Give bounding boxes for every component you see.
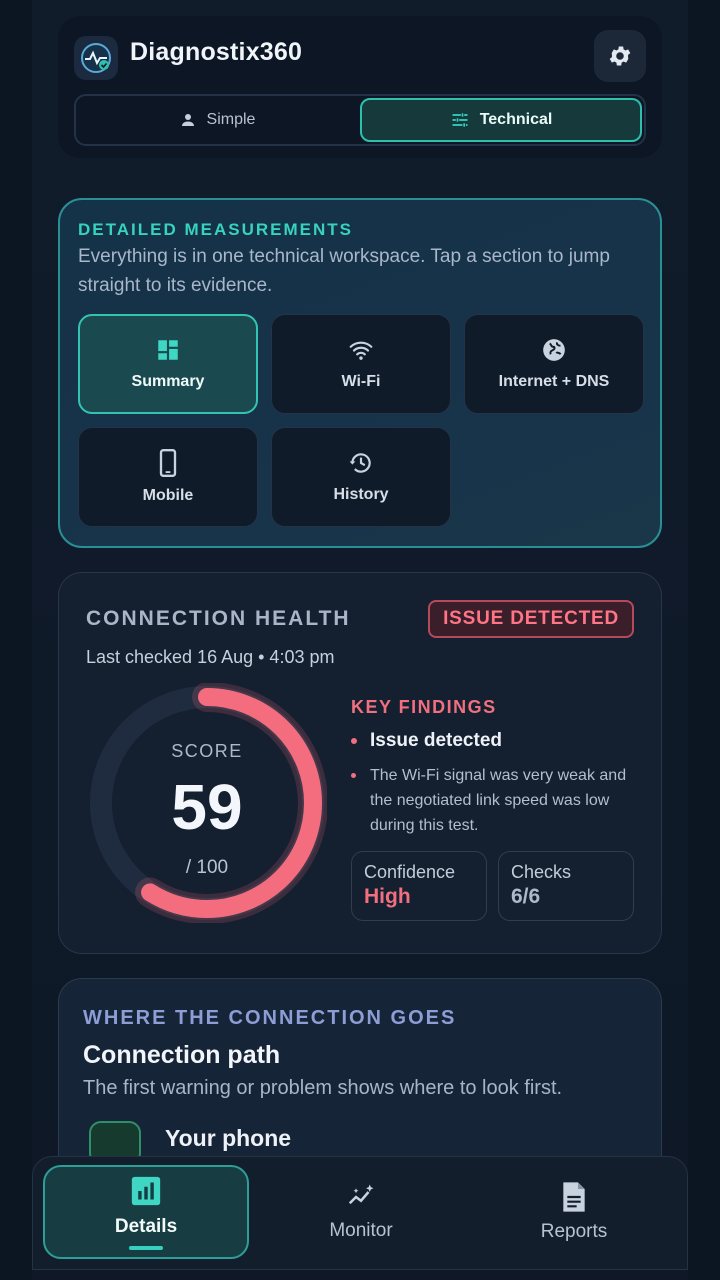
confidence-value: High xyxy=(364,885,411,908)
app-title: Diagnostix360 xyxy=(130,38,303,66)
tile-label: Internet + DNS xyxy=(498,373,610,390)
bullet-icon xyxy=(351,773,356,778)
active-indicator xyxy=(129,1246,163,1250)
tile-label: Mobile xyxy=(142,487,194,504)
nav-monitor-label: Monitor xyxy=(329,1220,393,1241)
sliders-icon xyxy=(452,113,468,127)
mode-toggle: Simple Technical xyxy=(74,94,646,146)
finding-main-text: Issue detected xyxy=(370,730,502,751)
score-label: SCORE xyxy=(171,741,243,761)
app-logo-icon xyxy=(74,36,118,80)
score-value: 59 xyxy=(171,771,243,843)
path-kicker: WHERE THE CONNECTION GOES xyxy=(83,1007,457,1029)
last-checked: Last checked 16 Aug • 4:03 pm xyxy=(86,647,335,667)
path-description: The first warning or problem shows where… xyxy=(83,1077,563,1099)
nav-monitor[interactable]: Monitor xyxy=(258,1165,464,1259)
nav-details-label: Details xyxy=(114,1216,178,1237)
connection-health-card: CONNECTION HEALTH ISSUE DETECTED Last ch… xyxy=(58,572,662,954)
gear-icon xyxy=(609,46,631,66)
tile-history[interactable]: History xyxy=(271,427,451,527)
tile-label: Wi-Fi xyxy=(341,373,381,390)
trend-sparkle-icon xyxy=(348,1184,374,1205)
checks-stat: Checks 6/6 xyxy=(498,851,634,921)
detailed-measurements-card: DETAILED MEASUREMENTS Everything is in o… xyxy=(58,198,662,548)
tile-label: History xyxy=(333,486,389,503)
measurements-kicker: DETAILED MEASUREMENTS xyxy=(78,220,353,239)
mode-technical-label: Technical xyxy=(479,111,553,128)
phone-icon xyxy=(159,449,177,477)
tile-summary[interactable]: Summary xyxy=(78,314,258,414)
globe-icon xyxy=(543,339,565,361)
nav-reports-label: Reports xyxy=(540,1221,608,1242)
wifi-icon xyxy=(349,341,373,360)
key-findings-title: KEY FINDINGS xyxy=(351,697,497,717)
bar-chart-icon xyxy=(131,1176,161,1206)
checks-value: 6/6 xyxy=(511,885,541,908)
history-icon xyxy=(349,453,371,473)
nav-details[interactable]: Details xyxy=(43,1165,249,1259)
mode-technical-button[interactable]: Technical xyxy=(360,98,642,142)
bullet-icon xyxy=(351,738,357,744)
status-badge: ISSUE DETECTED xyxy=(428,600,634,638)
header: Diagnostix360 Simple Technical xyxy=(58,16,662,158)
confidence-label: Confidence xyxy=(364,862,456,882)
health-title: CONNECTION HEALTH xyxy=(86,607,351,630)
app-screen: Diagnostix360 Simple Technical DETAILED … xyxy=(32,0,688,1280)
checks-label: Checks xyxy=(511,862,572,882)
score-max: / 100 xyxy=(185,857,229,878)
bottom-nav: Details Monitor Reports xyxy=(32,1156,688,1270)
tile-label: Summary xyxy=(131,373,205,390)
path-step-phone[interactable]: Your phone xyxy=(165,1125,291,1152)
document-icon xyxy=(563,1182,585,1212)
person-icon xyxy=(181,114,194,126)
tile-wifi[interactable]: Wi-Fi xyxy=(271,314,451,414)
mode-simple-button[interactable]: Simple xyxy=(78,98,356,142)
finding-main: Issue detected xyxy=(351,730,502,752)
tile-mobile[interactable]: Mobile xyxy=(78,427,258,527)
nav-reports[interactable]: Reports xyxy=(471,1165,677,1259)
confidence-stat: Confidence High xyxy=(351,851,487,921)
finding-detail: The Wi-Fi signal was very weak and the n… xyxy=(351,763,641,838)
finding-detail-text: The Wi-Fi signal was very weak and the n… xyxy=(370,767,627,834)
settings-button[interactable] xyxy=(594,30,646,82)
tile-internet-dns[interactable]: Internet + DNS xyxy=(464,314,644,414)
dashboard-icon xyxy=(158,340,178,360)
measurements-description: Everything is in one technical workspace… xyxy=(78,246,610,296)
mode-simple-label: Simple xyxy=(206,111,256,128)
path-title: Connection path xyxy=(83,1041,281,1069)
